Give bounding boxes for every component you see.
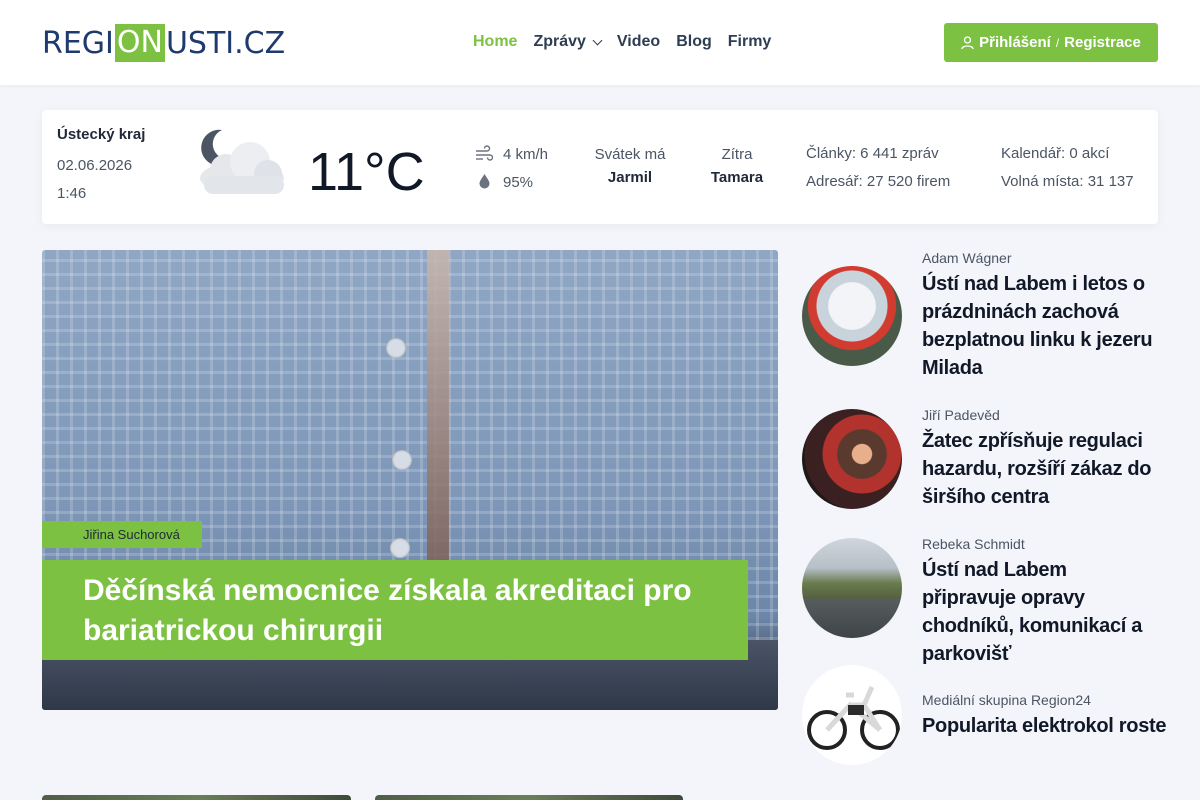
side-article-title[interactable]: Žatec zpřísňuje regulaci hazardu, rozšíř… (922, 427, 1162, 511)
side-article-2[interactable]: Jiří Padevěd Žatec zpřísňuje regulaci ha… (802, 407, 1162, 517)
nav-home-label: Home (473, 33, 518, 50)
nameday-tomorrow: Zítra Tamara (702, 146, 772, 186)
login-register-button[interactable]: Přihlášení / Registrace (944, 23, 1158, 62)
side-article-title[interactable]: Ústí nad Labem připravuje opravy chodník… (922, 556, 1162, 668)
side-article-title[interactable]: Ústí nad Labem i letos o prázdninách zac… (922, 270, 1162, 382)
logo-text-part3: USTI.CZ (165, 25, 286, 61)
nameday-today: Svátek má Jarmil (592, 146, 668, 186)
humidity: 95% (503, 174, 534, 191)
nameday-name: Jarmil (607, 169, 653, 186)
directory-count-link[interactable]: Adresář: 27 520 firem (806, 168, 950, 196)
side-article-thumbnail[interactable] (802, 538, 902, 638)
user-icon (961, 35, 974, 49)
site-logo[interactable]: REGI ON USTI.CZ (42, 24, 285, 62)
hero-image-detail (386, 338, 406, 358)
bottom-article-thumbnail[interactable] (42, 795, 351, 800)
side-article-author[interactable]: Rebeka Schmidt (922, 536, 1025, 552)
nav-video[interactable]: Video (617, 33, 660, 51)
site-stats-left: Články: 6 441 zpráv Adresář: 27 520 fire… (806, 140, 950, 196)
side-article-thumbnail[interactable] (802, 409, 902, 509)
site-stats-right: Kalendář: 0 akcí Volná místa: 31 137 (1001, 140, 1134, 196)
wind-speed: 4 km/h (503, 146, 549, 163)
temperature: 11°C (308, 142, 425, 202)
logo-text-part1: REGI (42, 25, 114, 61)
login-label: Přihlášení (979, 34, 1051, 51)
side-article-thumbnail[interactable] (802, 266, 902, 366)
side-article-author[interactable]: Mediální skupina Region24 (922, 692, 1091, 708)
nav-firmy-label: Firmy (727, 33, 772, 50)
wind-icon (476, 145, 493, 161)
nav-video-label: Video (616, 33, 661, 50)
cloudy-night-icon (200, 129, 284, 194)
hero-article[interactable]: Jiřina Suchorová Děčínská nemocnice získ… (42, 250, 778, 710)
hero-title-box[interactable]: Děčínská nemocnice získala akreditaci pr… (42, 560, 748, 660)
side-article-thumbnail[interactable] (802, 665, 902, 765)
hero-author-tag[interactable]: Jiřina Suchorová (42, 521, 202, 548)
side-article-4[interactable]: Mediální skupina Region24 Popularita ele… (802, 665, 1167, 765)
current-time: 1:46 (57, 185, 87, 202)
calendar-count-link[interactable]: Kalendář: 0 akcí (1001, 140, 1134, 168)
ebike-image (807, 685, 900, 750)
current-date: 02.06.2026 (57, 157, 133, 174)
side-article-1[interactable]: Adam Wágner Ústí nad Labem i letos o prá… (802, 250, 1162, 390)
nav-zpravy[interactable]: Zprávy (533, 33, 603, 51)
nav-home[interactable]: Home (473, 33, 517, 51)
site-header: REGI ON USTI.CZ Home Zprávy Video Blog Fir… (0, 0, 1200, 85)
hero-image-detail (390, 538, 410, 558)
side-article-author[interactable]: Adam Wágner (922, 250, 1011, 266)
chevron-down-icon (592, 35, 603, 46)
register-label: Registrace (1064, 34, 1141, 51)
login-separator: / (1055, 35, 1060, 50)
side-article-3[interactable]: Rebeka Schmidt Ústí nad Labem připravuje… (802, 536, 1162, 665)
side-article-title[interactable]: Popularita elektrokol roste (922, 712, 1172, 740)
nav-blog-label: Blog (676, 33, 712, 50)
side-article-author[interactable]: Jiří Padevěd (922, 407, 1000, 423)
hero-image-detail (427, 250, 449, 580)
hero-image-detail (392, 450, 412, 470)
logo-text-highlight: ON (114, 24, 165, 62)
region-name: Ústecký kraj (57, 126, 146, 143)
bottom-article-thumbnail[interactable] (375, 795, 683, 800)
tomorrow-name: Tamara (710, 169, 764, 186)
jobs-count-link[interactable]: Volná místa: 31 137 (1001, 168, 1134, 196)
main-nav: Home Zprávy Video Blog Firmy (473, 33, 787, 51)
info-bar: Ústecký kraj 02.06.2026 1:46 11°C 4 km/h… (42, 110, 1158, 224)
humidity-drop-icon (479, 174, 490, 189)
articles-count-link[interactable]: Články: 6 441 zpráv (806, 140, 950, 168)
nameday-label: Svátek má (594, 146, 666, 163)
tomorrow-label: Zítra (721, 146, 753, 163)
nav-zpravy-label: Zprávy (533, 33, 586, 50)
hero-title[interactable]: Děčínská nemocnice získala akreditaci pr… (83, 571, 728, 651)
nav-firmy[interactable]: Firmy (728, 33, 772, 51)
nav-blog[interactable]: Blog (676, 33, 712, 51)
